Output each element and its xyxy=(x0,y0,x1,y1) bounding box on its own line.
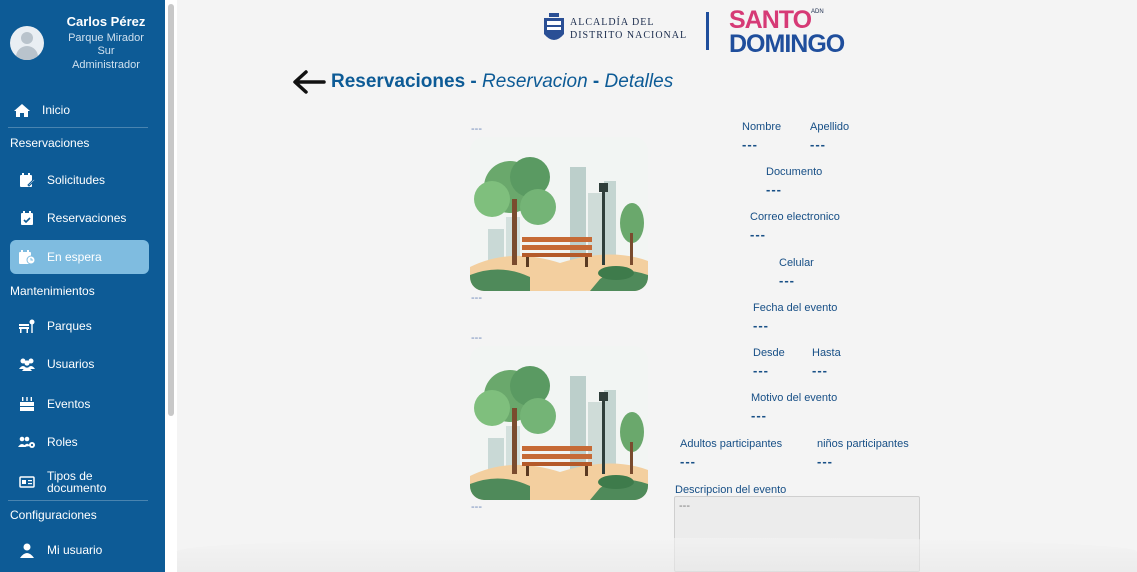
page-title: Reservaciones - Reservacion - Detalles xyxy=(331,71,673,93)
correo-label: Correo electronico xyxy=(750,211,840,223)
sidebar-item-label: Mi usuario xyxy=(47,543,103,557)
apellido-label: Apellido xyxy=(810,121,850,133)
sidebar-item-label: Roles xyxy=(47,435,78,449)
main-content: ALCALDÍA DEL DISTRITO NACIONAL SANTO DOM… xyxy=(177,0,1137,572)
adn-badge: ADN xyxy=(811,9,824,15)
user-profile[interactable]: Carlos Pérez Parque Mirador Sur Administ… xyxy=(10,14,160,76)
desde-label: Desde xyxy=(753,347,785,359)
sidebar-item-label: Usuarios xyxy=(47,357,95,371)
image-footer-bottom: --- xyxy=(471,501,482,513)
motivo-label: Motivo del evento xyxy=(751,392,838,404)
breadcrumb-reservaciones[interactable]: Reservaciones xyxy=(331,71,465,92)
santo-domingo-logo: SANTO DOMINGO ADN xyxy=(729,6,849,58)
bottom-shade xyxy=(177,538,1137,572)
sidebar-item-reservaciones[interactable]: Reservaciones xyxy=(0,204,165,232)
image-footer-top: --- xyxy=(471,292,482,304)
logo-separator xyxy=(706,12,709,50)
domingo-word: DOMINGO xyxy=(729,30,845,58)
sidebar-item-en-espera[interactable]: En espera xyxy=(10,240,149,274)
hasta-label: Hasta xyxy=(812,347,841,359)
hasta-value: --- xyxy=(812,363,828,378)
sidebar-item-label: Inicio xyxy=(42,103,71,117)
sidebar-item-mi-usuario[interactable]: Mi usuario xyxy=(0,536,165,564)
documento-label: Documento xyxy=(766,166,823,178)
park-illustration-icon xyxy=(470,346,648,500)
bench-icon xyxy=(17,318,37,334)
breadcrumb-separator: - xyxy=(587,71,605,92)
ninos-label: niños participantes xyxy=(817,438,909,450)
avatar xyxy=(10,26,44,60)
section-reservaciones: Reservaciones xyxy=(10,136,90,150)
apellido-value: --- xyxy=(810,137,826,152)
park-image-bottom xyxy=(470,346,648,500)
home-icon xyxy=(12,102,32,118)
divider xyxy=(8,500,148,501)
user-location-line1: Parque Mirador xyxy=(68,32,144,44)
user-name: Carlos Pérez xyxy=(66,14,146,29)
user-role: Administrador xyxy=(72,59,140,71)
sidebar-item-label: En espera xyxy=(47,250,102,264)
sidebar-item-eventos[interactable]: Eventos xyxy=(0,390,165,418)
sidebar-item-solicitudes[interactable]: Solicitudes xyxy=(0,166,165,194)
sidebar-item-label: Eventos xyxy=(47,397,91,411)
descripcion-label: Descripcion del evento xyxy=(675,484,787,496)
correo-value: --- xyxy=(750,227,766,242)
sidebar-item-inicio[interactable]: Inicio xyxy=(0,96,165,124)
breadcrumb-detalles: Detalles xyxy=(604,71,674,92)
section-mantenimientos: Mantenimientos xyxy=(10,284,95,298)
alcaldia-logo: ALCALDÍA DEL DISTRITO NACIONAL xyxy=(542,12,687,46)
image-caption-top: --- xyxy=(471,123,482,135)
sidebar-item-label: Tipos de documento xyxy=(47,470,106,494)
image-caption-bottom: --- xyxy=(471,332,482,344)
divider xyxy=(8,127,148,128)
breadcrumb-reservacion: Reservacion xyxy=(482,71,588,92)
santo-word: SANTO xyxy=(729,6,812,34)
desde-value: --- xyxy=(753,363,769,378)
sidebar-item-tipos-documento[interactable]: Tipos de documento xyxy=(0,467,165,497)
sidebar-scrollbar[interactable] xyxy=(168,4,174,416)
cake-icon xyxy=(17,396,37,412)
sidebar-item-usuarios[interactable]: Usuarios xyxy=(0,350,165,378)
park-illustration-icon xyxy=(470,137,648,291)
motivo-value: --- xyxy=(751,408,767,423)
id-card-icon xyxy=(17,474,37,490)
section-configuraciones: Configuraciones xyxy=(10,508,97,522)
alcaldia-line2: DISTRITO NACIONAL xyxy=(570,30,688,41)
user-location-line2: Sur xyxy=(97,45,115,57)
nombre-label: Nombre xyxy=(742,121,782,133)
fecha-value: --- xyxy=(753,318,769,333)
adultos-label: Adultos participantes xyxy=(680,438,783,450)
sidebar-item-label: Parques xyxy=(47,319,92,333)
user-icon xyxy=(17,542,37,558)
nombre-value: --- xyxy=(742,137,758,152)
calendar-edit-icon xyxy=(17,172,37,188)
sidebar-item-roles[interactable]: Roles xyxy=(0,428,165,456)
crest-icon xyxy=(544,13,564,40)
fecha-label: Fecha del evento xyxy=(753,302,838,314)
calendar-clock-icon xyxy=(17,249,37,265)
documento-value: --- xyxy=(766,182,782,197)
sidebar-item-parques[interactable]: Parques xyxy=(0,312,165,340)
adultos-value: --- xyxy=(680,454,696,469)
park-image-top xyxy=(470,137,648,291)
celular-label: Celular xyxy=(779,257,814,269)
sidebar-item-label: Reservaciones xyxy=(47,211,127,225)
celular-value: --- xyxy=(779,273,795,288)
tipos-line2: documento xyxy=(47,481,107,495)
users-gear-icon xyxy=(17,434,37,450)
sidebar: Carlos Pérez Parque Mirador Sur Administ… xyxy=(0,0,165,572)
breadcrumb-separator: - xyxy=(465,71,483,92)
back-arrow-icon[interactable] xyxy=(292,68,326,96)
calendar-check-icon xyxy=(17,210,37,226)
alcaldia-line1: ALCALDÍA DEL xyxy=(570,17,655,28)
ninos-value: --- xyxy=(817,454,833,469)
users-icon xyxy=(17,356,37,372)
sidebar-item-label: Solicitudes xyxy=(47,173,106,187)
